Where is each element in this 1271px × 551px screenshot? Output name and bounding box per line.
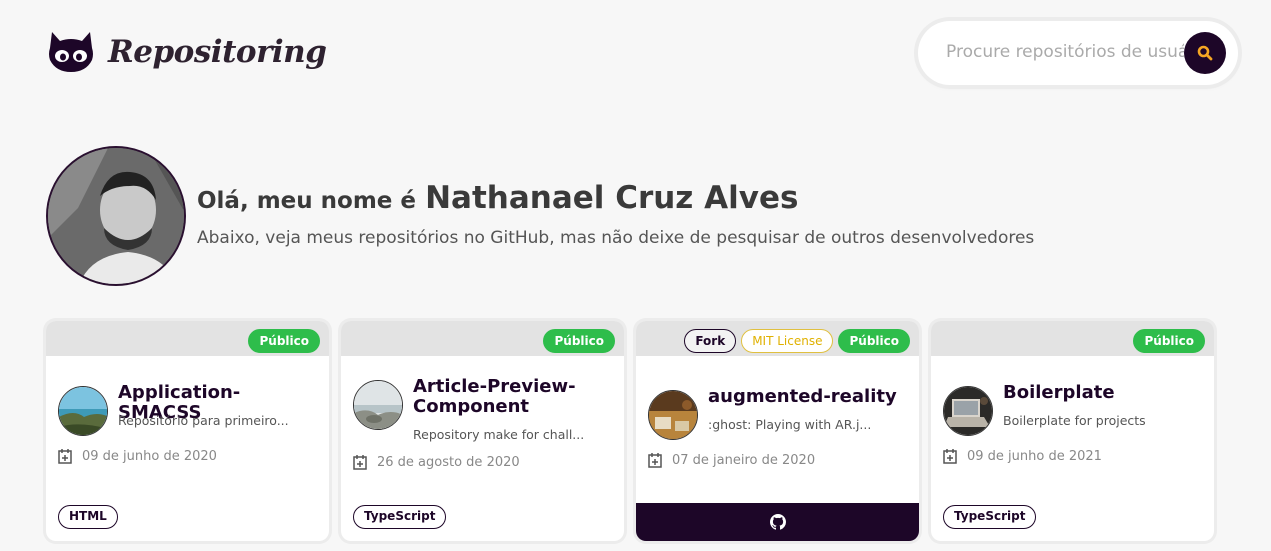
repo-card[interactable]: Público Boilerplate Boilerplate for proj… xyxy=(931,321,1214,541)
public-badge: Público xyxy=(543,329,615,353)
header: Repositoring xyxy=(0,0,1271,110)
repo-avatar xyxy=(943,386,993,436)
repo-card[interactable]: Público Article-Preview-Component Reposi… xyxy=(341,321,624,541)
repo-card[interactable]: Público Application-SMACSS Repositório p… xyxy=(46,321,329,541)
repo-date-text: 09 de junho de 2020 xyxy=(82,448,217,464)
profile-section: Olá, meu nome é Nathanael Cruz Alves Aba… xyxy=(46,146,1146,288)
calendar-plus-icon xyxy=(353,455,367,470)
profile-avatar xyxy=(46,146,186,286)
greeting: Olá, meu nome é Nathanael Cruz Alves xyxy=(197,180,798,216)
calendar-plus-icon xyxy=(58,449,72,464)
card-header: Fork MIT License Público xyxy=(636,321,919,356)
repo-description: :ghost: Playing with AR.j... xyxy=(708,417,872,432)
language-badge: TypeScript xyxy=(353,505,447,529)
github-link-button[interactable] xyxy=(636,503,919,541)
repo-description: Repositório para primeiro... xyxy=(118,413,289,428)
repo-date: 09 de junho de 2020 xyxy=(58,448,217,464)
public-badge: Público xyxy=(248,329,320,353)
repo-description: Repository make for chall... xyxy=(413,427,585,442)
repo-avatar xyxy=(648,390,698,440)
profile-name: Nathanael Cruz Alves xyxy=(425,180,799,216)
profile-subtitle: Abaixo, veja meus repositórios no GitHub… xyxy=(197,228,1035,248)
repo-title[interactable]: Article-Preview-Component xyxy=(413,377,613,417)
repo-description: Boilerplate for projects xyxy=(1003,413,1146,428)
calendar-plus-icon xyxy=(648,453,662,468)
repo-date-text: 07 de janeiro de 2020 xyxy=(672,452,816,468)
license-badge: MIT License xyxy=(741,329,834,353)
greeting-prefix: Olá, meu nome é xyxy=(197,188,416,214)
card-header: Público xyxy=(931,321,1214,356)
repo-date-text: 09 de junho de 2021 xyxy=(967,448,1102,464)
fork-badge: Fork xyxy=(684,329,737,353)
language-badge: TypeScript xyxy=(943,505,1037,529)
repo-title[interactable]: Boilerplate xyxy=(1003,383,1203,403)
repo-date: 07 de janeiro de 2020 xyxy=(648,452,815,468)
repo-date: 26 de agosto de 2020 xyxy=(353,454,520,470)
repo-date-text: 26 de agosto de 2020 xyxy=(377,454,520,470)
search-input[interactable] xyxy=(946,37,1184,67)
repo-title[interactable]: augmented-reality xyxy=(708,387,908,407)
card-header: Público xyxy=(341,321,624,356)
search-icon xyxy=(1197,45,1213,61)
search-box xyxy=(918,21,1238,85)
repo-avatar xyxy=(58,386,108,436)
repo-date: 09 de junho de 2021 xyxy=(943,448,1102,464)
card-header: Público xyxy=(46,321,329,356)
public-badge: Público xyxy=(1133,329,1205,353)
cat-logo-icon xyxy=(49,32,93,72)
logo[interactable]: Repositoring xyxy=(46,30,327,74)
repo-avatar xyxy=(353,380,403,430)
search-button[interactable] xyxy=(1184,32,1226,74)
repo-card[interactable]: Fork MIT License Público augmented-reali… xyxy=(636,321,919,541)
calendar-plus-icon xyxy=(943,449,957,464)
logo-text: Repositoring xyxy=(108,34,327,70)
github-icon xyxy=(769,514,786,530)
public-badge: Público xyxy=(838,329,910,353)
language-badge: HTML xyxy=(58,505,118,529)
